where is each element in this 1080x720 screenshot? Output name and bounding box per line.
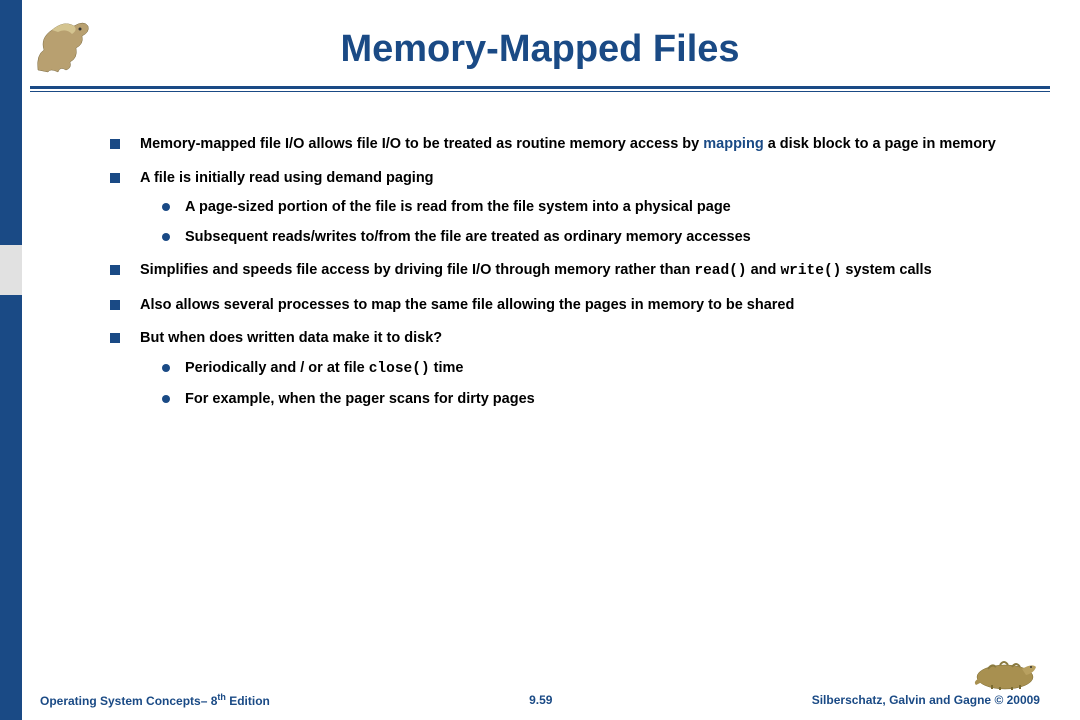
bullet-5a-text-pre: Periodically and / or at file (185, 360, 369, 376)
bullet-5b-text: For example, when the pager scans for di… (185, 391, 535, 407)
bullet-1-text-post: a disk block to a page in memory (764, 136, 996, 152)
bullet-3-text-mid: and (747, 262, 781, 278)
slide-title: Memory-Mapped Files (0, 28, 1080, 71)
dinosaur-bottom-icon (970, 645, 1040, 690)
title-underline-thin (30, 91, 1050, 92)
bullet-4-text: Also allows several processes to map the… (140, 297, 794, 313)
bullet-3-code-write: write() (780, 263, 841, 279)
bullet-5a-text-post: time (430, 360, 464, 376)
footer-left: Operating System Concepts– 8th Edition (40, 692, 270, 708)
bullet-2-text: A file is initially read using demand pa… (140, 170, 434, 186)
footer-right: Silberschatz, Galvin and Gagne © 20009 (812, 693, 1040, 707)
bullet-2: A file is initially read using demand pa… (100, 169, 1040, 248)
left-accent-gap (0, 245, 22, 295)
slide-footer: Operating System Concepts– 8th Edition 9… (40, 692, 1040, 708)
bullet-5b: For example, when the pager scans for di… (140, 390, 1040, 410)
footer-left-sup: th (217, 692, 226, 702)
bullet-5a-code-close: close() (369, 361, 430, 377)
bullet-2a-text: A page-sized portion of the file is read… (185, 199, 731, 215)
bullet-2b: Subsequent reads/writes to/from the file… (140, 228, 1040, 248)
footer-left-post: Edition (226, 694, 270, 708)
bullet-2b-text: Subsequent reads/writes to/from the file… (185, 229, 751, 245)
bullet-5-text: But when does written data make it to di… (140, 330, 442, 346)
bullet-5: But when does written data make it to di… (100, 329, 1040, 409)
footer-left-pre: Operating System Concepts– 8 (40, 694, 217, 708)
bullet-1: Memory-mapped file I/O allows file I/O t… (100, 135, 1040, 155)
bullet-3-text-pre: Simplifies and speeds file access by dri… (140, 262, 694, 278)
title-underline-thick (30, 86, 1050, 89)
slide: Memory-Mapped Files Memory-mapped file I… (0, 0, 1080, 720)
slide-body: Memory-mapped file I/O allows file I/O t… (100, 135, 1040, 423)
bullet-3-text-post: system calls (841, 262, 931, 278)
bullet-1-highlight: mapping (703, 136, 763, 152)
bullet-3-code-read: read() (694, 263, 746, 279)
bullet-5a: Periodically and / or at file close() ti… (140, 359, 1040, 380)
footer-center: 9.59 (529, 693, 552, 707)
bullet-1-text-pre: Memory-mapped file I/O allows file I/O t… (140, 136, 703, 152)
bullet-2a: A page-sized portion of the file is read… (140, 198, 1040, 218)
left-accent-bottom (0, 295, 22, 720)
bullet-3: Simplifies and speeds file access by dri… (100, 261, 1040, 282)
bullet-4: Also allows several processes to map the… (100, 296, 1040, 316)
